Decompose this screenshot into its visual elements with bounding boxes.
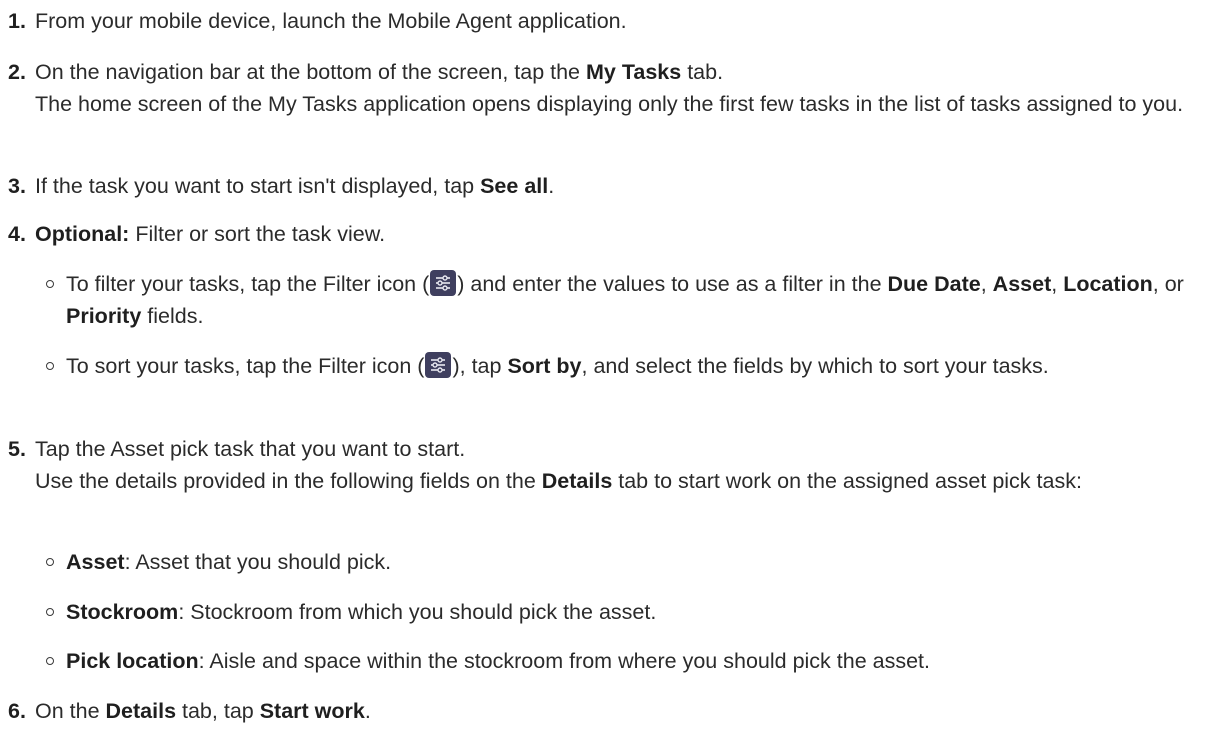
bullet-marker — [46, 362, 54, 370]
my-tasks-tab-label: My Tasks — [586, 60, 682, 84]
field-item-stockroom: Stockroom: Stockroom from which you shou… — [46, 596, 1201, 628]
step-4: 4. Optional: Filter or sort the task view… — [8, 218, 1201, 250]
note-text: Use the details provided in the followin… — [35, 469, 542, 493]
step-1: 1. From your mobile device, launch the Mo… — [8, 5, 1201, 37]
field-name: Asset — [66, 550, 125, 574]
step-text: . — [548, 174, 555, 198]
bullet-text-part: ) and enter the values to use as a filte… — [457, 272, 888, 296]
procedure: 1. From your mobile device, launch the Mo… — [0, 0, 1215, 742]
note-text: tab to start work on the assigned asset … — [612, 469, 1082, 493]
details-tab-label: Details — [105, 699, 177, 723]
bullet-text-part: To filter your tasks, tap the Filter ico… — [66, 272, 430, 296]
step-text: On the navigation bar at the bottom of t… — [35, 60, 586, 84]
bullet-text: Stockroom: Stockroom from which you shou… — [66, 596, 1201, 628]
step-text: If the task you want to start isn't disp… — [35, 174, 481, 198]
step-text: Filter or sort the task view. — [129, 222, 386, 246]
step-note: Use the details provided in the followin… — [35, 465, 1201, 497]
sort-bullet: To sort your tasks, tap the Filter icon … — [46, 350, 1201, 382]
bullet-marker — [46, 558, 54, 566]
field-description: : Aisle and space within the stockroom f… — [198, 649, 930, 673]
bullet-marker — [46, 280, 54, 288]
separator: , — [980, 272, 993, 296]
optional-label: Optional: — [35, 222, 130, 246]
field-name: Pick location — [66, 649, 199, 673]
field-name: Stockroom — [66, 600, 179, 624]
step-3: 3. If the task you want to start isn't di… — [8, 170, 1201, 202]
bullet-text-part: ), tap — [452, 354, 508, 378]
step-number: 3. — [8, 174, 26, 198]
step-number: 6. — [8, 699, 26, 723]
start-work-label: Start work — [259, 699, 365, 723]
bullet-text: To sort your tasks, tap the Filter icon … — [66, 350, 1201, 382]
step-note: The home screen of the My Tasks applicat… — [35, 92, 1184, 116]
bullet-marker — [46, 657, 54, 665]
location-label: Location — [1063, 272, 1153, 296]
step-number: 2. — [8, 60, 26, 84]
field-description: : Stockroom from which you should pick t… — [178, 600, 657, 624]
bullet-text: To filter your tasks, tap the Filter ico… — [66, 268, 1201, 332]
step-number: 5. — [8, 437, 26, 461]
separator: , — [1051, 272, 1064, 296]
separator: , or — [1152, 272, 1184, 296]
step-text: tab. — [681, 60, 724, 84]
step-text: . — [364, 699, 371, 723]
bullet-text-part: fields. — [141, 304, 204, 328]
step-2: 2. On the navigation bar at the bottom of… — [8, 56, 1201, 120]
due-date-label: Due Date — [887, 272, 981, 296]
bullet-text-part: , and select the fields by which to sort… — [581, 354, 1049, 378]
field-item-asset: Asset: Asset that you should pick. — [46, 546, 1201, 578]
priority-label: Priority — [66, 304, 142, 328]
filter-bullet: To filter your tasks, tap the Filter ico… — [46, 268, 1201, 332]
step-text: On the — [35, 699, 106, 723]
step-text: Tap the Asset pick task that you want to… — [35, 437, 466, 461]
filter-sliders-icon — [430, 270, 457, 296]
field-description: : Asset that you should pick. — [124, 550, 392, 574]
see-all-label: See all — [480, 174, 549, 198]
field-item-pick-location: Pick location: Aisle and space within th… — [46, 645, 1201, 677]
sort-by-label: Sort by — [507, 354, 582, 378]
step-5: 5. Tap the Asset pick task that you want … — [8, 433, 1201, 497]
step-6: 6. On the Details tab, tap Start work. — [8, 695, 1201, 727]
step-text: tab, tap — [176, 699, 260, 723]
filter-sliders-icon — [425, 352, 452, 378]
details-tab-label: Details — [541, 469, 613, 493]
bullet-text: Pick location: Aisle and space within th… — [66, 645, 1201, 677]
bullet-text-part: To sort your tasks, tap the Filter icon … — [66, 354, 425, 378]
step-number: 4. — [8, 222, 26, 246]
step-number: 1. — [8, 9, 26, 33]
step-text: From your mobile device, launch the Mobi… — [35, 9, 627, 33]
bullet-text: Asset: Asset that you should pick. — [66, 546, 1201, 578]
asset-label: Asset — [992, 272, 1052, 296]
bullet-marker — [46, 608, 54, 616]
